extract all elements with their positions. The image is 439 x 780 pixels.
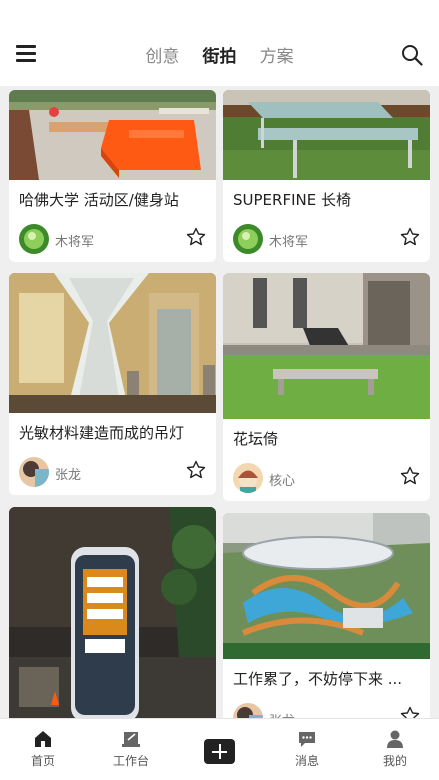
search-icon[interactable] (401, 44, 423, 66)
tab-creative[interactable]: 创意 (145, 42, 179, 67)
star-outline-icon[interactable] (186, 227, 206, 247)
author-avatar[interactable] (233, 463, 263, 493)
tab-street-photo[interactable]: 街拍 (203, 42, 237, 67)
tab-plans[interactable]: 方案 (260, 42, 294, 67)
post-image[interactable] (223, 90, 430, 180)
post-meta: 核心 (223, 459, 430, 501)
star-outline-icon[interactable] (400, 706, 420, 718)
category-tabs: 创意 街拍 方案 (0, 42, 439, 67)
author-avatar[interactable] (233, 703, 263, 718)
author-avatar[interactable] (19, 224, 49, 254)
nav-messages[interactable]: 消息 (272, 729, 342, 769)
add-icon[interactable] (204, 739, 235, 764)
post-title[interactable]: SUPERFINE 长椅 (223, 180, 430, 220)
post-meta: 木将军 (223, 220, 430, 262)
author-avatar[interactable] (19, 457, 49, 487)
workbench-icon (122, 732, 140, 747)
post-card[interactable]: 花坛倚 核心 (223, 273, 430, 501)
post-card[interactable]: 光敏材料建造而成的吊灯 张龙 (9, 273, 216, 495)
post-title[interactable]: 哈佛大学 活动区/健身站 (9, 180, 216, 220)
post-image[interactable] (9, 507, 216, 718)
nav-home-label: 首页 (30, 754, 55, 768)
post-meta: 张龙 (223, 699, 430, 718)
star-outline-icon[interactable] (186, 460, 206, 480)
post-image[interactable] (223, 273, 430, 419)
post-meta: 木将军 (9, 220, 216, 262)
message-icon (299, 732, 315, 747)
author-avatar[interactable] (233, 224, 263, 254)
nav-workbench-label: 工作台 (112, 754, 149, 768)
post-title[interactable]: 光敏材料建造而成的吊灯 (9, 413, 216, 453)
author-name[interactable]: 核心 (269, 470, 295, 489)
post-card[interactable] (9, 507, 216, 718)
top-header: 创意 街拍 方案 (0, 0, 439, 86)
app-root: 创意 街拍 方案 哈佛大学 活动区/健身站 木将军 SUPERFINE 长椅 木… (0, 0, 439, 780)
post-feed[interactable]: 哈佛大学 活动区/健身站 木将军 SUPERFINE 长椅 木将军 光敏材料建造… (0, 86, 439, 718)
nav-workbench[interactable]: 工作台 (96, 729, 166, 769)
star-outline-icon[interactable] (400, 466, 420, 486)
post-card[interactable]: 哈佛大学 活动区/健身站 木将军 (9, 90, 216, 262)
bottom-navigation: 首页 工作台 消息 我的 (0, 718, 439, 780)
author-name[interactable]: 张龙 (269, 710, 295, 718)
post-meta: 张龙 (9, 453, 216, 495)
author-name[interactable]: 张龙 (55, 464, 81, 483)
post-title[interactable]: 花坛倚 (223, 419, 430, 459)
post-image[interactable] (9, 273, 216, 413)
profile-icon (387, 730, 403, 748)
post-card[interactable]: 工作累了，不妨停下来 ... 张龙 (223, 513, 430, 718)
author-name[interactable]: 木将军 (55, 231, 94, 250)
post-card[interactable]: SUPERFINE 长椅 木将军 (223, 90, 430, 262)
author-name[interactable]: 木将军 (269, 231, 308, 250)
nav-messages-label: 消息 (294, 754, 319, 768)
nav-home[interactable]: 首页 (8, 729, 78, 769)
post-title[interactable]: 工作累了，不妨停下来 ... (223, 659, 430, 699)
post-image[interactable] (9, 90, 216, 180)
post-image[interactable] (223, 513, 430, 659)
nav-profile[interactable]: 我的 (360, 729, 430, 769)
star-outline-icon[interactable] (400, 227, 420, 247)
home-icon (35, 731, 51, 747)
nav-profile-label: 我的 (382, 754, 407, 768)
